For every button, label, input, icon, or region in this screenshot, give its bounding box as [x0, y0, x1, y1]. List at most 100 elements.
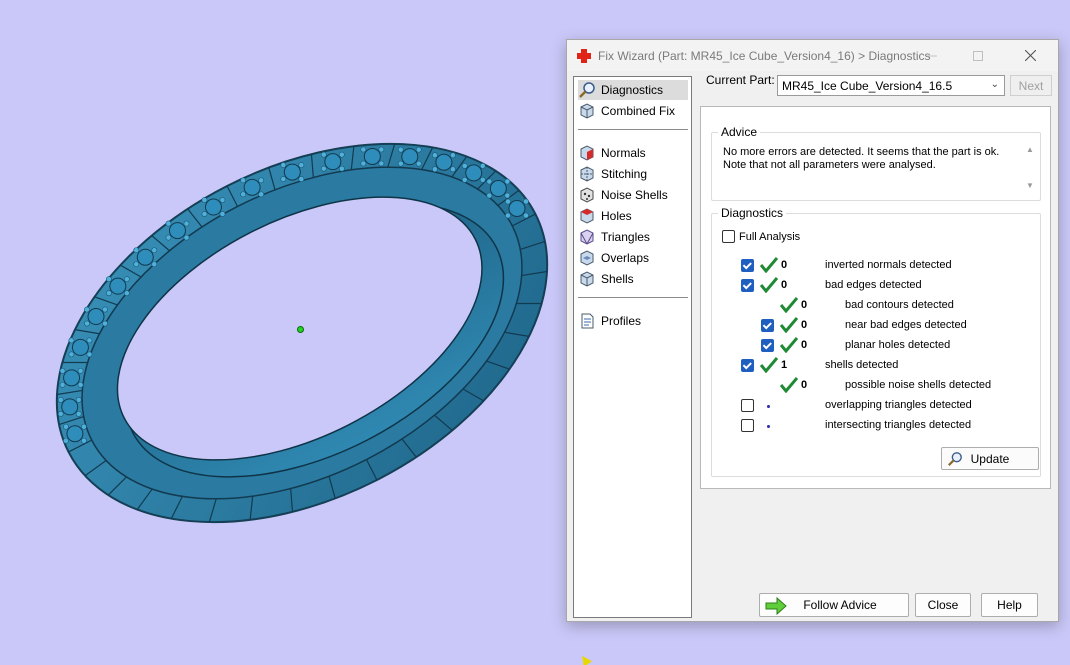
nav-item-diagnostics[interactable]: Diagnostics [578, 80, 688, 100]
minimize-button[interactable] [910, 40, 954, 71]
nav-item-triangles[interactable]: Triangles [578, 227, 688, 247]
ring-gem [324, 153, 342, 171]
ring-bead [183, 220, 190, 227]
check-icon [780, 317, 798, 333]
next-button[interactable]: Next [1010, 75, 1052, 96]
advice-scrollbar[interactable]: ▲ ▼ [1024, 145, 1036, 195]
help-button[interactable]: Help [981, 593, 1038, 617]
ring-gem [204, 198, 222, 216]
diagnostic-row: 0 bad edges detected [712, 276, 1042, 296]
ring-bead [397, 160, 404, 167]
diagnostic-checkbox[interactable] [741, 259, 754, 272]
ring-gem [168, 222, 186, 240]
diagnostic-label: possible noise shells detected [845, 379, 992, 391]
diagnostics-panel: Advice No more errors are detected. It s… [700, 106, 1051, 489]
ring-gem [243, 178, 261, 196]
advice-text: No more errors are detected. It seems th… [723, 146, 1000, 171]
minimize-icon [927, 55, 937, 56]
ring-gem [109, 277, 127, 295]
diagnostic-label: shells detected [825, 359, 899, 371]
dialog-title: Fix Wizard (Part: MR45_Ice Cube_Version4… [598, 48, 931, 63]
current-part-value: MR45_Ice Cube_Version4_16.5 [782, 78, 953, 93]
check-icon [780, 377, 798, 393]
ring-bead [59, 367, 66, 374]
nav-item-overlaps[interactable]: Overlaps [578, 248, 688, 268]
close-button[interactable]: Close [915, 593, 971, 617]
nav-item-normals[interactable]: Normals [578, 143, 688, 163]
maximize-button[interactable] [956, 40, 1000, 71]
ring-bead [479, 177, 486, 183]
scroll-down-icon[interactable]: ▼ [1026, 181, 1034, 190]
diagnostic-checkbox[interactable] [761, 339, 774, 352]
diagnostic-checkbox[interactable] [741, 359, 754, 372]
diagnostic-label: planar holes detected [845, 339, 951, 351]
diagnostic-checkbox[interactable] [741, 279, 754, 292]
update-button[interactable]: Update [941, 447, 1039, 470]
maximize-icon [973, 50, 983, 61]
ring-bead [415, 146, 422, 153]
current-part-label: Current Part: [706, 73, 775, 87]
ring-bead [105, 290, 112, 297]
nav-item-label: Normals [601, 146, 646, 160]
cube-icon [580, 103, 594, 119]
diagnostic-row: 1 shells detected [712, 356, 1042, 376]
full-analysis-checkbox[interactable] [722, 230, 735, 243]
ring-bead [523, 212, 529, 219]
nav-item-label: Stitching [601, 167, 648, 181]
full-analysis-row[interactable]: Full Analysis [722, 230, 800, 243]
ring-gem [508, 200, 526, 218]
nav-item-label: Combined Fix [601, 104, 676, 118]
ring-bead [338, 151, 345, 158]
diagnostic-checkbox[interactable] [741, 419, 754, 432]
ring-bead [68, 337, 75, 344]
arrow-right-icon [765, 597, 787, 615]
diagnostic-checkbox[interactable] [741, 399, 754, 412]
overlaps-icon [580, 250, 594, 266]
diagnostic-row: intersecting triangles detected [712, 416, 1042, 436]
ring-bead [338, 165, 345, 172]
nav-item-combined-fix[interactable]: Combined Fix [578, 101, 688, 121]
nav-item-noise-shells[interactable]: Noise Shells [578, 185, 688, 205]
nav-item-shells[interactable]: Shells [578, 269, 688, 289]
ring-bead [57, 397, 64, 403]
fix-wizard-dialog: Fix Wizard (Part: MR45_Ice Cube_Version4… [566, 39, 1059, 622]
diagnostic-count: 1 [781, 359, 788, 371]
nav-item-label: Holes [601, 209, 632, 223]
ring-bead [504, 178, 511, 185]
ring-bead [240, 177, 247, 184]
diagnostic-checkbox[interactable] [761, 319, 774, 332]
ring-bead [360, 160, 367, 167]
ring-bead [378, 160, 385, 167]
update-label: Update [970, 451, 1010, 466]
ring-bead [298, 176, 305, 182]
ring-bead [86, 337, 93, 344]
follow-advice-label: Follow Advice [803, 598, 877, 612]
nav-item-label: Profiles [601, 314, 642, 328]
ring-bead [431, 166, 438, 173]
title-bar[interactable]: Fix Wizard (Part: MR45_Ice Cube_Version4… [567, 40, 1058, 71]
advice-title: Advice [718, 125, 761, 139]
ring-bead [240, 191, 247, 198]
ring-bead [133, 261, 140, 268]
nav-item-stitching[interactable]: Stitching [578, 164, 688, 184]
diagnostic-count: 0 [801, 299, 808, 311]
diagnostic-row: 0 inverted normals detected [712, 256, 1042, 276]
close-icon [1024, 50, 1036, 61]
nav-item-profiles[interactable]: Profiles [578, 311, 688, 331]
ring-bead [151, 247, 158, 254]
diagnostic-row: 0 bad contours detected [712, 296, 1042, 316]
diagnostics-title: Diagnostics [718, 206, 787, 220]
origin-marker [297, 326, 304, 333]
ring-bead [81, 423, 87, 430]
nav-item-holes[interactable]: Holes [578, 206, 688, 226]
diagnostic-count: 0 [801, 339, 808, 351]
ring-bead [84, 320, 90, 327]
current-part-select[interactable]: MR45_Ice Cube_Version4_16.5 ⌄ [777, 75, 1005, 96]
ring-bead [102, 306, 108, 313]
diagnostic-label: bad contours detected [845, 299, 954, 311]
close-window-button[interactable] [1008, 40, 1052, 71]
scroll-up-icon[interactable]: ▲ [1026, 145, 1034, 154]
ring-bead [81, 437, 87, 444]
follow-advice-button[interactable]: Follow Advice [759, 593, 909, 617]
check-icon [760, 257, 778, 273]
